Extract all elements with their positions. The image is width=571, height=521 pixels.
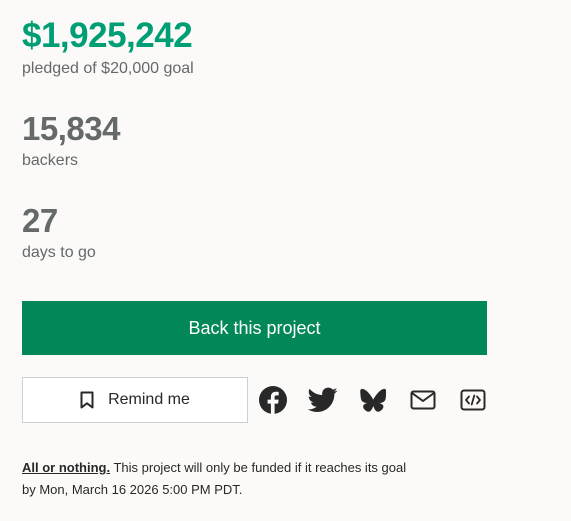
funding-note-text: This project will only be funded if it r… xyxy=(110,460,407,475)
backers-count: 15,834 xyxy=(22,110,120,147)
bookmark-icon xyxy=(80,391,94,409)
facebook-icon[interactable] xyxy=(257,384,289,416)
backers-label: backers xyxy=(22,152,79,169)
funding-deadline: by Mon, March 16 2026 5:00 PM PDT. xyxy=(22,482,243,497)
days-to-go-label: days to go xyxy=(22,244,96,261)
pledged-label: pledged of $20,000 goal xyxy=(22,60,194,77)
pledged-amount: $1,925,242 xyxy=(22,16,193,55)
mail-icon[interactable] xyxy=(410,389,436,411)
twitter-icon[interactable] xyxy=(307,385,339,415)
embed-code-icon[interactable] xyxy=(459,388,487,412)
back-this-project-button[interactable]: Back this project xyxy=(22,301,487,355)
bluesky-icon[interactable] xyxy=(358,386,388,414)
days-to-go-count: 27 xyxy=(22,202,58,239)
remind-me-label: Remind me xyxy=(108,391,190,408)
funding-note: All or nothing. This project will only b… xyxy=(22,457,492,501)
all-or-nothing-link[interactable]: All or nothing. xyxy=(22,460,110,475)
remind-me-button[interactable]: Remind me xyxy=(22,377,248,423)
